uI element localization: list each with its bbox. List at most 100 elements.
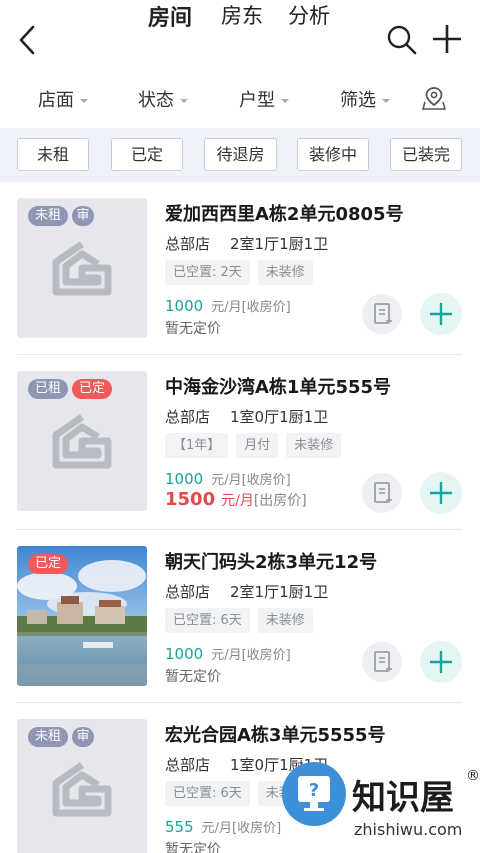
rent-price: 1000 元/月[收房价] — [165, 644, 291, 663]
room-tag: 未装修 — [257, 260, 313, 285]
price-unit: 元/月[收房价] — [211, 300, 291, 315]
chevron-down-icon — [80, 99, 88, 103]
chip-renovated[interactable]: 已装完 — [390, 138, 462, 171]
status-badge: 已定 — [72, 379, 113, 399]
list-price: 暂无定价 — [165, 321, 221, 337]
watermark-url: zhishiwu.com — [354, 820, 463, 839]
review-badge: 审 — [72, 206, 95, 226]
chip-reserved[interactable]: 已定 — [111, 138, 183, 171]
map-pin-icon[interactable] — [421, 85, 447, 111]
list-item[interactable]: 未租 审 爱加西西里A栋2单元0805号 总部店 2室1厅1厨1卫 已空置: 2天… — [0, 198, 480, 358]
room-title: 爱加西西里A栋2单元0805号 — [165, 204, 404, 225]
add-icon[interactable] — [430, 22, 464, 56]
placeholder-logo-icon — [52, 762, 112, 817]
price-unit: 元/月[收房价] — [211, 473, 291, 488]
chip-pending-checkout[interactable]: 待退房 — [204, 138, 277, 171]
filter-layout[interactable]: 户型 — [239, 86, 289, 112]
divider — [17, 702, 462, 703]
room-title: 中海金沙湾A栋1单元555号 — [165, 377, 392, 398]
room-title: 朝天门码头2栋3单元12号 — [165, 552, 378, 573]
store-name: 总部店 — [165, 583, 211, 601]
add-button[interactable] — [420, 641, 462, 683]
document-icon — [374, 482, 392, 503]
price-value: 1000 — [165, 470, 204, 488]
chip-unrented[interactable]: 未租 — [17, 138, 89, 171]
room-tag: 已空置: 2天 — [165, 260, 250, 285]
rent-price: 1000 元/月[收房价] — [165, 296, 291, 315]
plus-icon — [430, 482, 452, 504]
filter-status-label: 状态 — [138, 90, 174, 111]
room-subinfo: 总部店 2室1厅1厨1卫 — [165, 581, 348, 602]
filter-more[interactable]: 筛选 — [340, 86, 390, 112]
document-icon — [374, 651, 392, 672]
filter-store[interactable]: 店面 — [38, 86, 88, 112]
watermark: ? 知识屋 ® zhishiwu.com — [282, 762, 480, 853]
room-title: 宏光合园A栋3单元5555号 — [165, 725, 386, 746]
plus-icon — [430, 651, 452, 673]
contract-button[interactable] — [362, 473, 402, 513]
list-price: 1500 元/月[出房价] — [165, 489, 307, 510]
rent-price: 1000 元/月[收房价] — [165, 469, 291, 488]
review-badge: 审 — [72, 727, 95, 747]
room-tag: 已空置: 6天 — [165, 781, 250, 806]
filter-layout-label: 户型 — [239, 90, 275, 111]
price-value: 1000 — [165, 297, 204, 315]
watermark-registered: ® — [466, 768, 480, 784]
price-unit: 元/月[收房价] — [211, 648, 291, 663]
status-badge: 已租 — [28, 379, 69, 399]
store-name: 总部店 — [165, 756, 211, 774]
tab-rooms[interactable]: 房间 — [148, 0, 192, 32]
status-badge: 未租 — [28, 206, 69, 226]
room-thumbnail: 已租 已定 — [17, 371, 147, 511]
room-subinfo: 总部店 2室1厅1厨1卫 — [165, 233, 348, 254]
room-photo: 已定 — [17, 546, 147, 686]
tab-landlords[interactable]: 房东 — [221, 0, 263, 30]
back-arrow-icon[interactable] — [14, 22, 42, 58]
add-button[interactable] — [420, 472, 462, 514]
list-price-value: 1500 — [165, 489, 216, 510]
room-layout: 2室1厅1厨1卫 — [230, 235, 329, 253]
room-tag: 未装修 — [257, 608, 313, 633]
top-bar: 房间 房东 分析 — [0, 0, 480, 80]
list-price-note: [出房价] — [253, 493, 307, 509]
tab-analysis[interactable]: 分析 — [288, 0, 330, 30]
document-icon — [374, 303, 392, 324]
room-subinfo: 总部店 1室0厅1厨1卫 — [165, 406, 348, 427]
status-badge: 已定 — [28, 554, 69, 574]
search-icon[interactable] — [386, 24, 418, 56]
chevron-down-icon — [180, 99, 188, 103]
store-name: 总部店 — [165, 235, 211, 253]
filter-bar: 店面 状态 户型 筛选 — [0, 80, 480, 126]
list-price-unit: 元/月 — [221, 493, 254, 509]
svg-text:?: ? — [309, 780, 319, 801]
room-thumbnail: 未租 审 — [17, 719, 147, 853]
price-value: 555 — [165, 818, 194, 836]
price-value: 1000 — [165, 645, 204, 663]
price-unit: 元/月[收房价] — [201, 821, 282, 836]
add-button[interactable] — [420, 293, 462, 335]
list-item[interactable]: 已租 已定 中海金沙湾A栋1单元555号 总部店 1室0厅1厨1卫 【1年】 月付… — [0, 371, 480, 531]
contract-button[interactable] — [362, 642, 402, 682]
divider — [17, 529, 462, 530]
chip-renovating[interactable]: 装修中 — [297, 138, 369, 171]
plus-icon — [430, 303, 452, 325]
watermark-text: 知识屋 — [352, 778, 454, 818]
filter-more-label: 筛选 — [340, 90, 376, 111]
store-name: 总部店 — [165, 408, 211, 426]
room-tag: 【1年】 — [165, 433, 229, 458]
filter-status[interactable]: 状态 — [138, 86, 188, 112]
room-layout: 2室1厅1厨1卫 — [230, 583, 329, 601]
status-chip-bar: 未租 已定 待退房 装修中 已装完 — [0, 128, 480, 182]
room-tag: 未装修 — [286, 433, 342, 458]
chevron-down-icon — [382, 99, 390, 103]
placeholder-logo-icon — [52, 414, 112, 469]
list-item[interactable]: 已定 朝天门码头2栋3单元12号 总部店 2室1厅1厨1卫 已空置: 6天 未装修… — [0, 546, 480, 706]
room-thumbnail: 未租 审 — [17, 198, 147, 338]
room-layout: 1室0厅1厨1卫 — [230, 408, 329, 426]
room-tag: 已空置: 6天 — [165, 608, 250, 633]
filter-store-label: 店面 — [38, 90, 74, 111]
rent-price: 555 元/月[收房价] — [165, 817, 281, 836]
contract-button[interactable] — [362, 294, 402, 334]
list-price: 暂无定价 — [165, 842, 221, 853]
placeholder-logo-icon — [52, 241, 112, 296]
